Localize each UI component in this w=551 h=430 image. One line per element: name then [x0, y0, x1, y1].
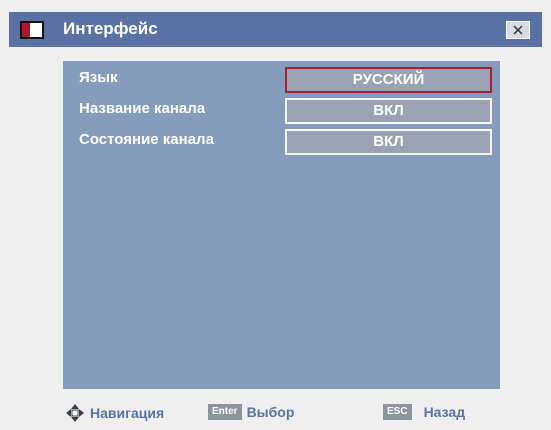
settings-panel: Язык РУССКИЙ Название канала ВКЛ Состоян…: [63, 61, 500, 389]
setting-label: Состояние канала: [79, 131, 214, 148]
tv-icon-left-stripe: [22, 23, 30, 37]
navigation-hint: Навигация: [66, 404, 164, 422]
setting-value-selector[interactable]: ВКЛ: [285, 129, 492, 155]
setting-row-language[interactable]: Язык РУССКИЙ: [63, 65, 500, 93]
setting-label: Название канала: [79, 100, 206, 117]
setting-value-selector[interactable]: РУССКИЙ: [285, 67, 492, 93]
enter-key-badge: Enter: [208, 404, 242, 420]
esc-label: Назад: [423, 404, 466, 420]
enter-label: Выбор: [246, 404, 295, 420]
close-icon: [513, 25, 523, 35]
close-button[interactable]: [506, 21, 530, 39]
directional-pad-icon: [66, 404, 84, 422]
esc-hint: ESC Назад: [383, 404, 465, 420]
window-title: Интерфейс: [63, 19, 158, 38]
settings-window: Интерфейс Язык РУССКИЙ Название канала В…: [0, 0, 551, 430]
setting-row-channel-status[interactable]: Состояние канала ВКЛ: [63, 127, 500, 155]
setting-value-selector[interactable]: ВКЛ: [285, 98, 492, 124]
navigation-label: Навигация: [90, 405, 165, 421]
key-hints-bar: Навигация Enter Выбор ESC Назад: [0, 400, 551, 426]
setting-row-channel-name[interactable]: Название канала ВКЛ: [63, 96, 500, 124]
tv-icon: [20, 21, 44, 39]
esc-key-badge: ESC: [383, 404, 412, 420]
setting-label: Язык: [79, 69, 118, 86]
title-bar: Интерфейс: [9, 12, 542, 47]
enter-hint: Enter Выбор: [208, 404, 294, 420]
